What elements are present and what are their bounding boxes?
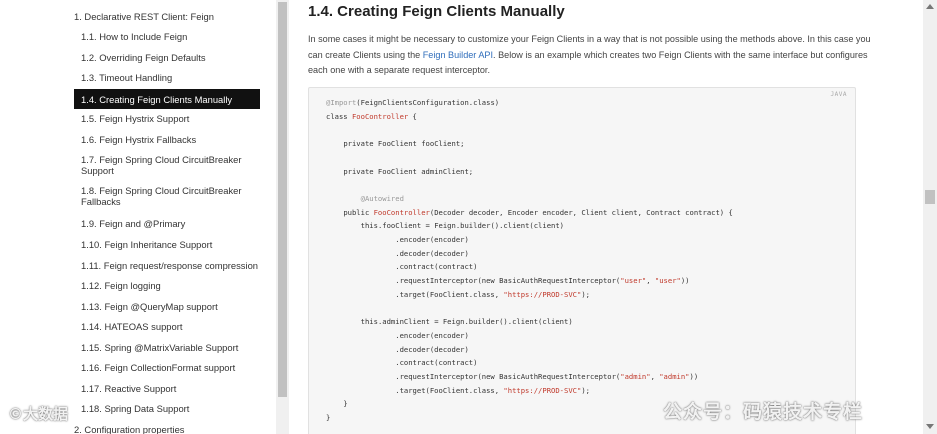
toc-item[interactable]: 1.10. Feign Inheritance Support (74, 239, 260, 250)
toc-item[interactable]: 1.9. Feign and @Primary (74, 218, 260, 229)
toc-item[interactable]: 1.13. Feign @QueryMap support (74, 301, 260, 312)
watermark-right: 公众号：码猿技术专栏 (663, 401, 864, 423)
section-heading: 1.4. Creating Feign Clients Manually (308, 3, 565, 20)
toc-item[interactable]: 1.2. Overriding Feign Defaults (74, 52, 260, 63)
toc-item[interactable]: 1.5. Feign Hystrix Support (74, 113, 260, 124)
toc-item-active[interactable]: 1.4. Creating Feign Clients Manually (74, 89, 260, 109)
toc-item[interactable]: 1.16. Feign CollectionFormat support (74, 362, 260, 373)
feign-builder-api-link[interactable]: Feign Builder API (423, 50, 493, 60)
scroll-up-arrow-icon[interactable] (926, 4, 934, 9)
sidebar-toc: 1. Declarative REST Client: Feign 1.1. Ho… (0, 0, 276, 434)
page-scrollbar-thumb[interactable] (925, 190, 935, 204)
toc-item[interactable]: 1.18. Spring Data Support (74, 403, 260, 414)
scroll-down-arrow-icon[interactable] (926, 424, 934, 429)
main-content: 1.4. Creating Feign Clients Manually In … (289, 0, 923, 434)
intro-paragraph: In some cases it might be necessary to c… (308, 32, 878, 79)
watermark-left: ©大数据 (8, 405, 69, 423)
toc-item[interactable]: 1.15. Spring @MatrixVariable Support (74, 342, 260, 353)
toc-item[interactable]: 2. Configuration properties (74, 424, 260, 434)
toc-item[interactable]: 1. Declarative REST Client: Feign (74, 11, 260, 22)
toc-item[interactable]: 1.1. How to Include Feign (74, 31, 260, 42)
toc-item[interactable]: 1.11. Feign request/response compression (74, 260, 260, 271)
code-language-label: JAVA (830, 91, 847, 98)
code-listing: @Import(FeignClientsConfiguration.class)… (326, 98, 733, 423)
toc-item[interactable]: 1.14. HATEOAS support (74, 321, 260, 332)
toc-item[interactable]: 1.12. Feign logging (74, 280, 260, 291)
toc-item[interactable]: 1.6. Feign Hystrix Fallbacks (74, 134, 260, 145)
sidebar-scrollbar-thumb[interactable] (278, 2, 287, 397)
page-scrollbar[interactable] (923, 0, 937, 434)
toc-item[interactable]: 1.7. Feign Spring Cloud CircuitBreaker S… (74, 154, 260, 176)
toc-item[interactable]: 1.8. Feign Spring Cloud CircuitBreaker F… (74, 185, 260, 207)
toc-item[interactable]: 1.3. Timeout Handling (74, 72, 260, 83)
toc-item[interactable]: 1.17. Reactive Support (74, 383, 260, 394)
code-block: JAVA @Import(FeignClientsConfiguration.c… (308, 87, 856, 434)
